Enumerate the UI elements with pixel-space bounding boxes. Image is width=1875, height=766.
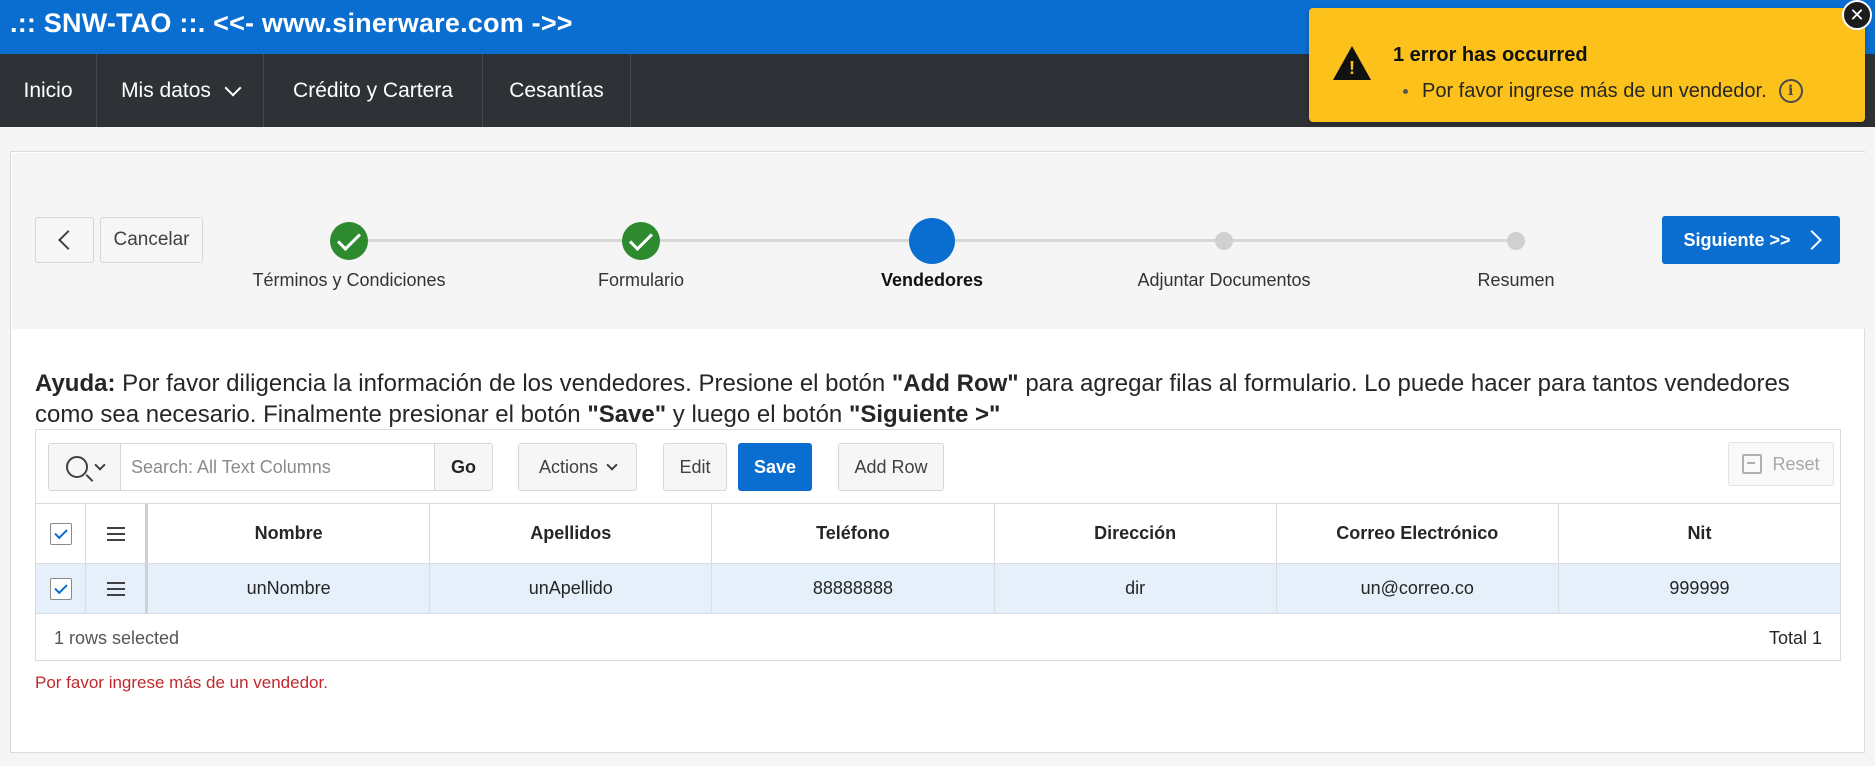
actions-menu-button[interactable]: Actions [518, 443, 637, 491]
next-button-label: Siguiente >> [1683, 229, 1791, 250]
grid-toolbar: Go Actions Edit Save Add Row Reset [36, 430, 1840, 504]
grid-header-row: Nombre Apellidos Teléfono Dirección Corr… [36, 504, 1840, 564]
row-actions-header [86, 504, 148, 563]
column-header-direccion[interactable]: Dirección [995, 504, 1277, 563]
help-text: Ayuda: Por favor diligencia la informaci… [35, 368, 1855, 430]
actions-label: Actions [538, 456, 599, 477]
step-label-formulario: Formulario [597, 270, 685, 290]
chevron-down-icon [606, 458, 618, 471]
help-emphasis: "Add Row" [891, 370, 1019, 397]
step-label-adjuntar: Adjuntar Documentos [1137, 270, 1311, 290]
help-emphasis: "Save" [587, 401, 667, 428]
nav-item-label: Cesantías [509, 78, 604, 102]
cell-direccion[interactable]: dir [995, 564, 1277, 613]
step-label-resumen: Resumen [1477, 270, 1555, 290]
interactive-grid: Go Actions Edit Save Add Row Reset Nombr… [35, 429, 1841, 661]
search-icon [65, 456, 88, 478]
help-emphasis: "Siguiente >" [848, 401, 1001, 428]
cell-apellidos[interactable]: unApellido [430, 564, 713, 613]
previous-button[interactable] [35, 217, 94, 263]
step-complete-icon [330, 222, 368, 260]
nav-item-label: Crédito y Cartera [293, 78, 453, 102]
reset-icon [1742, 454, 1763, 474]
error-notification: ! 1 error has occurred Por favor ingrese… [1309, 8, 1865, 122]
bullet-icon [1403, 88, 1408, 94]
rows-selected-text: 1 rows selected [54, 628, 180, 648]
close-notification-button[interactable]: ✕ [1842, 0, 1872, 30]
table-row[interactable]: unNombre unApellido 88888888 dir un@corr… [36, 564, 1840, 614]
warning-exclamation: ! [1349, 58, 1355, 78]
column-header-telefono[interactable]: Teléfono [712, 504, 995, 563]
cell-nombre[interactable]: unNombre [148, 564, 431, 613]
save-button[interactable]: Save [738, 443, 812, 491]
nav-item-label: Mis datos [121, 78, 211, 102]
help-label: Ayuda: [35, 370, 116, 397]
step-complete-icon [622, 222, 660, 260]
row-actions-cell [86, 564, 148, 613]
cell-telefono[interactable]: 88888888 [712, 564, 995, 613]
search-input[interactable] [121, 444, 434, 490]
nav-item-cesantias[interactable]: Cesantías [483, 54, 631, 127]
nav-item-credito-y-cartera[interactable]: Crédito y Cartera [264, 54, 483, 127]
cancel-button[interactable]: Cancelar [100, 217, 203, 263]
notification-message-text[interactable]: Por favor ingrese más de un vendedor. [1422, 80, 1767, 103]
check-icon [53, 580, 68, 594]
chevron-down-icon [224, 79, 242, 96]
next-button[interactable]: Siguiente >> [1662, 216, 1840, 264]
step-pending-icon [1215, 232, 1233, 250]
column-header-correo[interactable]: Correo Electrónico [1277, 504, 1559, 563]
chevron-down-icon [93, 458, 106, 471]
search-bar: Go [48, 443, 493, 491]
chevron-left-icon [57, 230, 78, 250]
edit-button[interactable]: Edit [663, 443, 727, 491]
go-button[interactable]: Go [434, 444, 492, 490]
help-text-part: y luego el botón [666, 401, 849, 428]
select-all-checkbox[interactable] [49, 522, 72, 545]
search-column-selector[interactable] [49, 444, 121, 490]
row-actions-menu-icon[interactable] [106, 581, 125, 596]
help-text-part: Por favor diligencia la información de l… [115, 370, 892, 397]
check-icon [628, 226, 654, 251]
reset-label: Reset [1772, 453, 1820, 474]
step-pending-icon [1507, 232, 1525, 250]
nav-item-mis-datos[interactable]: Mis datos [97, 54, 264, 127]
check-icon [53, 525, 68, 539]
select-all-cell [36, 504, 86, 563]
hamburger-menu-icon[interactable] [106, 526, 125, 541]
column-header-nombre[interactable]: Nombre [148, 504, 431, 563]
nav-item-inicio[interactable]: Inicio [0, 54, 97, 127]
column-header-apellidos[interactable]: Apellidos [430, 504, 713, 563]
notification-message: Por favor ingrese más de un vendedor. i [1403, 79, 1803, 103]
check-icon [336, 226, 362, 251]
cancel-button-label: Cancelar [113, 229, 190, 250]
step-label-vendedores: Vendedores [880, 270, 984, 290]
inline-error-message: Por favor ingrese más de un vendedor. [35, 673, 328, 692]
cell-nit[interactable]: 999999 [1559, 564, 1840, 613]
step-current-icon [909, 218, 955, 264]
row-select-checkbox[interactable] [49, 577, 72, 600]
row-select-cell [36, 564, 86, 613]
total-rows-text: Total 1 [1768, 628, 1822, 648]
app-title: .:: SNW-TAO ::. <<- www.sinerware.com ->… [10, 8, 573, 38]
nav-item-label: Inicio [23, 78, 73, 102]
chevron-right-icon [1801, 230, 1822, 250]
notification-title: 1 error has occurred [1393, 44, 1588, 66]
cell-correo[interactable]: un@correo.co [1277, 564, 1559, 613]
step-label-terminos: Términos y Condiciones [252, 270, 446, 290]
column-header-nit[interactable]: Nit [1559, 504, 1840, 563]
reset-button[interactable]: Reset [1728, 442, 1834, 486]
add-row-button[interactable]: Add Row [838, 443, 944, 491]
info-icon[interactable]: i [1778, 79, 1803, 103]
